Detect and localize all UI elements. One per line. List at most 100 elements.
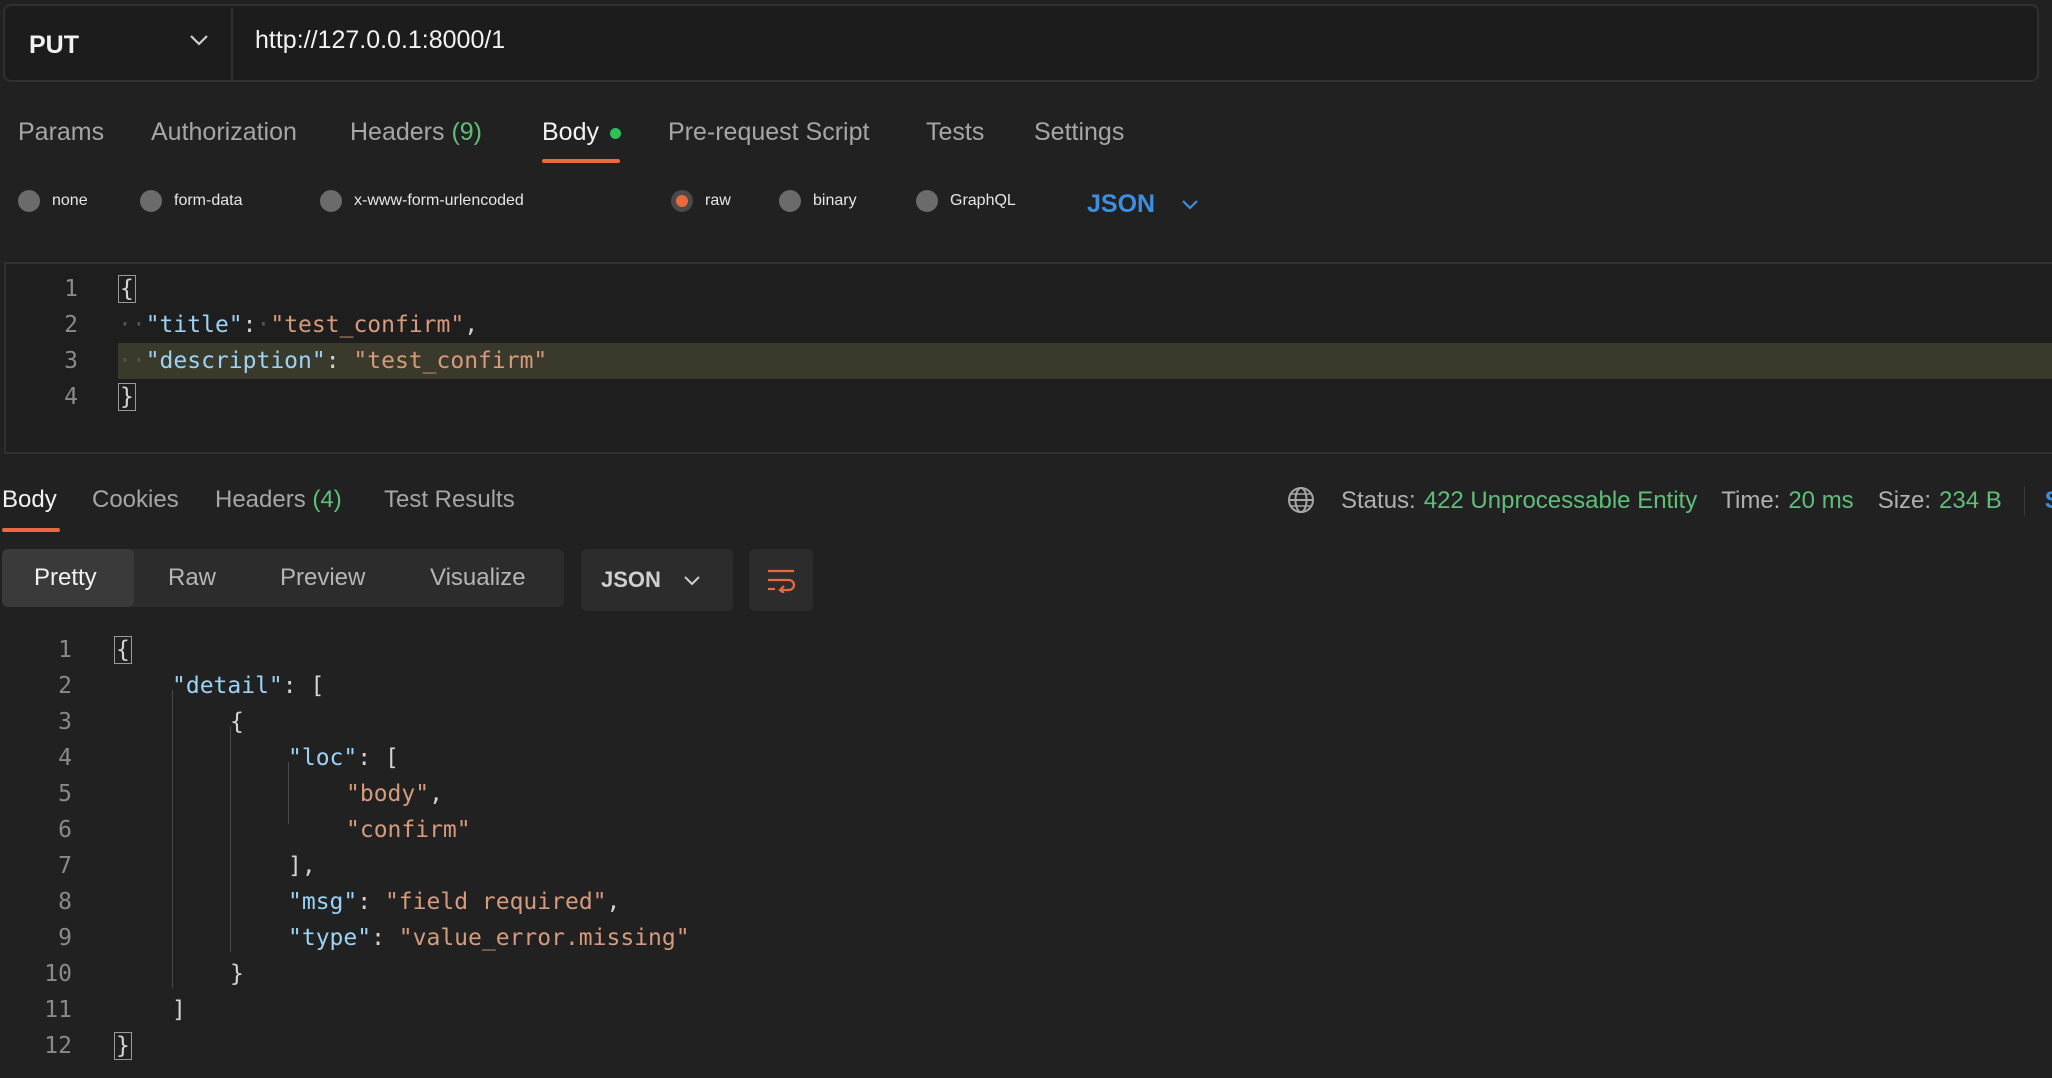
code-line: 11 ] xyxy=(0,992,2052,1028)
line-number: 2 xyxy=(64,312,78,338)
line-number: 6 xyxy=(58,817,72,843)
json-brace: { xyxy=(118,275,136,303)
save-response-button[interactable]: S xyxy=(2045,487,2052,515)
response-format-select[interactable]: JSON xyxy=(581,549,733,611)
json-string: "test_confirm" xyxy=(270,312,465,338)
json-string: "body" xyxy=(346,781,430,807)
tab-body[interactable]: Body xyxy=(542,118,621,147)
json-punctuation: ], xyxy=(288,853,316,879)
tab-headers[interactable]: Headers (9) xyxy=(350,118,482,147)
radio-form-data[interactable]: form-data xyxy=(140,190,242,212)
view-raw-button[interactable]: Raw xyxy=(134,549,246,607)
status-value[interactable]: 422 Unprocessable Entity xyxy=(1424,487,1698,515)
line-number: 11 xyxy=(44,997,72,1023)
code-line: 4 "loc": [ xyxy=(0,740,2052,776)
code-line: 6 "confirm" xyxy=(0,812,2052,848)
radio-circle xyxy=(916,190,938,212)
radio-circle xyxy=(779,190,801,212)
radio-none[interactable]: none xyxy=(18,190,88,212)
response-tab-test-results[interactable]: Test Results xyxy=(384,486,515,514)
code-line-highlighted: 3 ··"description": "test_confirm" xyxy=(64,343,2052,379)
response-format-label: JSON xyxy=(601,567,661,592)
code-line: 1 { xyxy=(0,632,2052,668)
chevron-down-icon xyxy=(684,575,700,585)
radio-x-www-form-urlencoded[interactable]: x-www-form-urlencoded xyxy=(320,190,524,212)
code-line: 5 "body", xyxy=(0,776,2052,812)
response-meta: Status: 422 Unprocessable Entity Time: 2… xyxy=(1341,486,2052,516)
globe-icon[interactable] xyxy=(1286,485,1316,515)
json-brace: { xyxy=(114,636,132,664)
wrap-icon xyxy=(768,569,796,593)
response-tab-headers[interactable]: Headers (4) xyxy=(215,486,342,514)
response-body-viewer[interactable]: 1 { 2 "detail": [ 3 { 4 "loc": [ 5 "body… xyxy=(0,632,2052,1078)
response-tab-body[interactable]: Body xyxy=(2,486,57,514)
json-brace: } xyxy=(230,961,244,987)
wrap-lines-button[interactable] xyxy=(749,549,813,611)
radio-none-label: none xyxy=(52,192,88,209)
radio-graphql-label: GraphQL xyxy=(950,192,1016,209)
code-line: 9 "type": "value_error.missing" xyxy=(0,920,2052,956)
tab-params[interactable]: Params xyxy=(18,118,104,147)
divider xyxy=(2023,486,2025,516)
view-pretty-button[interactable]: Pretty xyxy=(2,549,134,607)
chevron-down-icon xyxy=(1182,200,1198,210)
radio-raw-label: raw xyxy=(705,192,731,209)
line-number: 9 xyxy=(58,925,72,951)
tab-pre-request-script[interactable]: Pre-request Script xyxy=(668,118,869,147)
code-line: 8 "msg": "field required", xyxy=(0,884,2052,920)
radio-circle xyxy=(18,190,40,212)
response-tab-headers-label: Headers xyxy=(215,486,306,513)
json-punctuation: : [ xyxy=(282,673,325,699)
tab-settings[interactable]: Settings xyxy=(1034,118,1124,147)
line-number: 3 xyxy=(64,348,78,374)
json-string: "field required" xyxy=(384,889,607,915)
active-tab-underline xyxy=(542,159,620,163)
time-label: Time: xyxy=(1721,487,1781,514)
tab-tests[interactable]: Tests xyxy=(926,118,984,147)
line-number: 4 xyxy=(58,745,72,771)
response-tab-cookies[interactable]: Cookies xyxy=(92,486,179,514)
response-view-toggle: Pretty Raw Preview Visualize xyxy=(2,549,564,607)
code-line: 12 } xyxy=(0,1028,2052,1064)
tab-headers-label: Headers xyxy=(350,118,445,146)
json-key: "description" xyxy=(145,348,326,374)
radio-binary-label: binary xyxy=(813,192,857,209)
code-line: 10 } xyxy=(0,956,2052,992)
request-body-editor[interactable]: 1 { 2 ··"title":·"test_confirm", 3 ··"de… xyxy=(4,262,2052,454)
json-punctuation: : [ xyxy=(357,745,399,771)
json-key: "type" xyxy=(288,925,372,951)
view-visualize-button[interactable]: Visualize xyxy=(398,549,564,607)
line-number: 4 xyxy=(64,384,78,410)
method-select[interactable]: PUT xyxy=(7,8,233,82)
json-brace: { xyxy=(230,709,244,735)
json-key: "msg" xyxy=(288,889,358,915)
response-tab-headers-count: (4) xyxy=(312,486,342,513)
radio-graphql[interactable]: GraphQL xyxy=(916,190,1016,212)
url-bar: PUT http://127.0.0.1:8000/1 xyxy=(3,4,2039,82)
radio-circle xyxy=(140,190,162,212)
code-line: 3 { xyxy=(0,704,2052,740)
method-label: PUT xyxy=(29,30,79,59)
line-number: 12 xyxy=(44,1033,72,1059)
json-key: "loc" xyxy=(288,745,358,771)
body-modified-dot xyxy=(609,127,621,139)
line-number: 10 xyxy=(44,961,72,987)
url-input[interactable]: http://127.0.0.1:8000/1 xyxy=(255,26,1955,55)
radio-form-data-label: form-data xyxy=(174,192,243,209)
radio-urlencoded-label: x-www-form-urlencoded xyxy=(354,192,524,209)
body-language-select[interactable]: JSON xyxy=(1087,190,1199,219)
line-number: 1 xyxy=(64,276,78,302)
tab-authorization[interactable]: Authorization xyxy=(151,118,297,147)
radio-raw[interactable]: raw xyxy=(671,190,731,212)
radio-binary[interactable]: binary xyxy=(779,190,857,212)
body-language-label: JSON xyxy=(1087,190,1156,218)
line-number: 8 xyxy=(58,889,72,915)
size-value[interactable]: 234 B xyxy=(1939,487,2002,515)
line-number: 7 xyxy=(58,853,72,879)
line-number: 5 xyxy=(58,781,72,807)
line-number: 3 xyxy=(58,709,72,735)
time-value[interactable]: 20 ms xyxy=(1788,487,1853,515)
json-string: "confirm" xyxy=(346,817,471,843)
view-preview-button[interactable]: Preview xyxy=(246,549,398,607)
line-number: 2 xyxy=(58,673,72,699)
